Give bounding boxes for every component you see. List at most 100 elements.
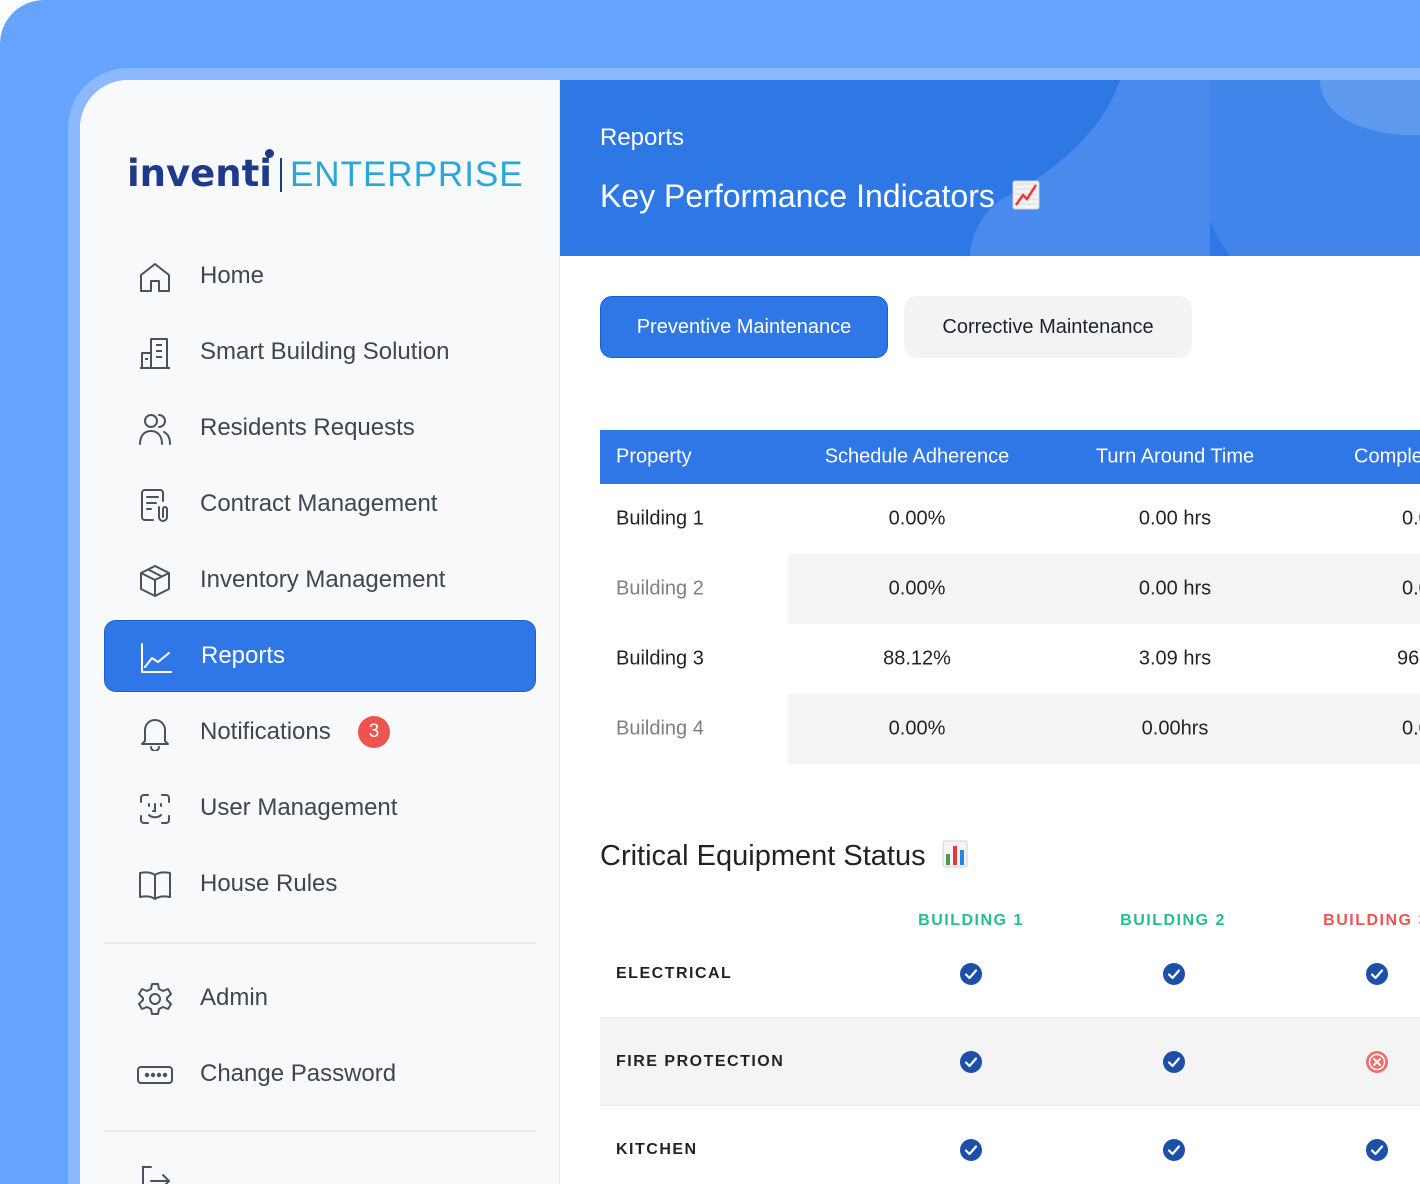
brand-logo-right: ENTERPRISE <box>289 155 524 194</box>
sidebar-item-notifications[interactable]: Notifications 3 <box>104 696 536 768</box>
status-ok-icon <box>959 1050 983 1074</box>
sidebar-item-label: Home <box>200 262 265 289</box>
chart-increasing-icon <box>1012 180 1040 210</box>
tab-corrective-maintenance[interactable]: Corrective Maintenance <box>904 296 1192 358</box>
cell-schedule-adherence: 88.12% <box>883 647 951 670</box>
sidebar-item-house-rules[interactable]: House Rules <box>104 848 536 920</box>
sidebar-item-label: House Rules <box>200 870 338 897</box>
face-scan-icon <box>136 790 174 828</box>
sidebar-item-user-management[interactable]: User Management <box>104 772 536 844</box>
status-ok-icon <box>1162 962 1186 986</box>
sidebar-item-label: Reports <box>201 642 286 669</box>
app-window: inventi ENTERPRISE Home Smart Building S… <box>80 80 1420 1184</box>
table-header: Property Schedule Adherence Turn Around … <box>600 430 1420 484</box>
sidebar-item-change-password[interactable]: Change Password <box>104 1038 536 1110</box>
sidebar-item-label: Residents Requests <box>200 414 415 441</box>
cell-schedule-adherence: 0.00% <box>888 717 946 740</box>
sidebar-item-label: Inventory Management <box>200 566 446 593</box>
equipment-label: ELECTRICAL <box>616 964 733 982</box>
chart-line-icon <box>137 639 175 677</box>
table-row[interactable]: ELECTRICAL <box>600 930 1420 1018</box>
notification-count-badge: 3 <box>358 716 390 748</box>
page-title-text: Key Performance Indicators <box>600 178 995 214</box>
sidebar-item-inventory-management[interactable]: Inventory Management <box>104 544 536 616</box>
table-row[interactable]: FIRE PROTECTION <box>600 1018 1420 1106</box>
brand-logo-divider <box>279 158 282 192</box>
page-title: Key Performance Indicators <box>600 178 1040 215</box>
sidebar: inventi ENTERPRISE Home Smart Building S… <box>80 80 560 1184</box>
cell-completion: 96 <box>1397 647 1420 670</box>
table-row[interactable]: Building 4 0.00% 0.00hrs 0.0 <box>600 694 1420 764</box>
sidebar-divider <box>104 1130 536 1132</box>
cell-turnaround-time: 0.00hrs <box>1141 717 1209 740</box>
gear-icon <box>136 980 174 1018</box>
bell-icon <box>136 714 174 752</box>
status-ok-icon <box>959 1138 983 1162</box>
cell-completion: 0.0 <box>1402 507 1420 530</box>
maintenance-tabs: Preventive Maintenance Corrective Mainte… <box>600 296 1192 358</box>
page-header: Reports Key Performance Indicators <box>560 80 1420 256</box>
password-icon <box>136 1056 174 1094</box>
cell-turnaround-time: 0.00 hrs <box>1138 507 1212 530</box>
cell-turnaround-time: 3.09 hrs <box>1138 647 1212 670</box>
column-header-building-1: BUILDING 1 <box>918 912 1024 929</box>
cell-property: Building 3 <box>616 647 704 670</box>
brand-logo[interactable]: inventi ENTERPRISE <box>127 142 524 192</box>
tab-preventive-maintenance[interactable]: Preventive Maintenance <box>600 296 888 358</box>
kpi-table: Property Schedule Adherence Turn Around … <box>600 430 1420 764</box>
box-icon <box>136 562 174 600</box>
header-decoration <box>1190 80 1420 256</box>
column-header-completion[interactable]: Comple <box>1354 446 1420 469</box>
equipment-label: FIRE PROTECTION <box>616 1052 785 1070</box>
column-header-turnaround-time[interactable]: Turn Around Time <box>1096 446 1254 469</box>
column-header-property[interactable]: Property <box>616 446 692 469</box>
equipment-label: KITCHEN <box>616 1141 698 1158</box>
users-icon <box>136 410 174 448</box>
equipment-table: ELECTRICAL FIRE PROTECTION KITCHEN <box>600 930 1420 1184</box>
sidebar-item-label: Admin <box>200 984 269 1011</box>
cell-schedule-adherence: 0.00% <box>888 507 946 530</box>
status-ok-icon <box>1365 1138 1389 1162</box>
sidebar-item-home[interactable]: Home <box>104 240 536 312</box>
sidebar-item-contract-management[interactable]: Contract Management <box>104 468 536 540</box>
sidebar-item-label: Notifications <box>200 718 331 745</box>
status-fail-icon <box>1365 1050 1389 1074</box>
table-row[interactable]: Building 2 0.00% 0.00 hrs 0.0 <box>600 554 1420 624</box>
contract-icon <box>136 486 174 524</box>
cell-completion: 0.0 <box>1402 577 1420 600</box>
sidebar-item-reports[interactable]: Reports <box>104 620 536 692</box>
sidebar-item-residents-requests[interactable]: Residents Requests <box>104 392 536 464</box>
cell-property: Building 1 <box>616 507 704 530</box>
cell-schedule-adherence: 0.00% <box>888 577 946 600</box>
cell-turnaround-time: 0.00 hrs <box>1138 577 1212 600</box>
sidebar-item-label: Contract Management <box>200 490 438 517</box>
table-row[interactable]: Building 3 88.12% 3.09 hrs 96 <box>600 624 1420 694</box>
table-row[interactable]: KITCHEN <box>600 1106 1420 1184</box>
equipment-section-title: Critical Equipment Status <box>600 840 968 873</box>
page-subtitle: Reports <box>600 124 685 151</box>
main-nav: Home Smart Building Solution Residents R… <box>104 240 536 924</box>
book-icon <box>136 866 174 904</box>
secondary-nav: Admin Change Password <box>104 962 536 1114</box>
logout-icon <box>136 1162 174 1184</box>
equipment-title-text: Critical Equipment Status <box>600 840 926 872</box>
home-icon <box>136 258 174 296</box>
brand-logo-dot <box>264 149 274 158</box>
brand-logo-left: inventi <box>127 149 274 192</box>
status-ok-icon <box>959 962 983 986</box>
sidebar-item-admin[interactable]: Admin <box>104 962 536 1034</box>
column-header-building-2: BUILDING 2 <box>1120 912 1226 929</box>
sidebar-item-smart-building[interactable]: Smart Building Solution <box>104 316 536 388</box>
cell-property: Building 4 <box>616 717 704 740</box>
status-ok-icon <box>1162 1138 1186 1162</box>
status-ok-icon <box>1365 962 1389 986</box>
sidebar-item-label: Smart Building Solution <box>200 338 450 365</box>
sidebar-item-label: User Management <box>200 794 398 821</box>
bar-chart-icon <box>942 840 968 868</box>
column-header-schedule-adherence[interactable]: Schedule Adherence <box>825 446 1010 469</box>
sidebar-divider <box>104 942 536 944</box>
sidebar-item-sign-out[interactable] <box>104 1144 536 1184</box>
cell-completion: 0.0 <box>1402 717 1420 740</box>
building-icon <box>136 334 174 372</box>
table-row[interactable]: Building 1 0.00% 0.00 hrs 0.0 <box>600 484 1420 554</box>
